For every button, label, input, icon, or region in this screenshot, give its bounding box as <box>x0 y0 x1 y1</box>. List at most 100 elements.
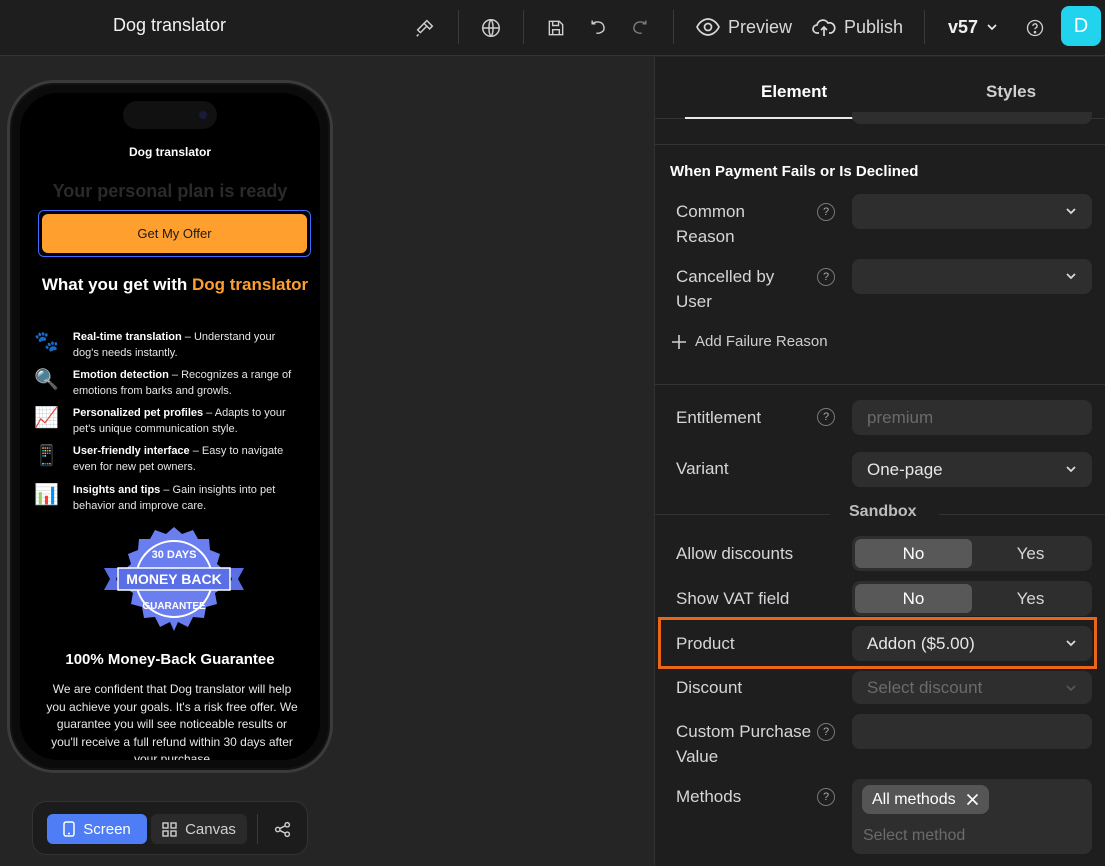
properties-panel: Element Styles When Payment Fails or Is … <box>654 57 1105 866</box>
common-reason-label: Common Reason <box>676 202 745 246</box>
badge-bottom-text: GUARANTEE <box>142 601 206 612</box>
ghost-heading: Your personal plan is ready <box>52 181 288 201</box>
camera-dot <box>199 111 207 119</box>
canvas-view-label: Canvas <box>185 820 236 838</box>
feature-name: Emotion detection <box>72 369 169 381</box>
top-bar: Dog translator Preview Publish v57 D <box>0 0 1105 56</box>
badge-middle-text: MONEY BACK <box>126 571 221 587</box>
custom-purchase-value-input[interactable] <box>852 714 1092 749</box>
screen-view-label: Screen <box>83 820 131 838</box>
entitlement-label: Entitlement <box>676 408 762 427</box>
help-icon[interactable]: ? <box>817 723 835 741</box>
sandbox-heading: Sandbox <box>849 503 917 520</box>
allow-discounts-yes[interactable]: Yes <box>972 539 1089 568</box>
product-label: Product <box>676 634 735 653</box>
show-vat-no[interactable]: No <box>855 584 972 613</box>
undo-icon[interactable] <box>582 12 614 44</box>
show-vat-label: Show VAT field <box>676 589 790 608</box>
method-chip-label: All methods <box>872 790 956 808</box>
cloud-upload-icon <box>812 19 836 36</box>
feature-item: 🐾 Real-time translation – Understand you… <box>34 329 304 361</box>
benefits-heading: What you get with Dog translator <box>40 273 310 296</box>
selected-element-outline[interactable]: Get My Offer <box>38 210 311 257</box>
money-back-badge: 30 DAYS MONEY BACK GUARANTEE <box>104 527 244 631</box>
plus-icon <box>672 334 686 349</box>
phone-frame: Dog translator Your personal plan is rea… <box>7 80 333 773</box>
badge-top-text: 30 DAYS <box>152 549 197 561</box>
show-vat-toggle[interactable]: No Yes <box>852 581 1092 616</box>
share-icon[interactable] <box>267 814 297 844</box>
screen-view-button[interactable]: Screen <box>47 814 147 844</box>
add-failure-reason-label: Add Failure Reason <box>695 333 828 350</box>
help-icon[interactable]: ? <box>817 788 835 806</box>
toolbar-divider <box>924 10 925 44</box>
feature-name: Personalized pet profiles <box>72 407 204 419</box>
bar-chart-icon: 📊 <box>34 484 59 506</box>
sandbox-line-left <box>655 514 830 515</box>
variant-select[interactable]: One-page <box>852 452 1092 487</box>
sandbox-line-right <box>939 514 1105 515</box>
dynamic-island <box>123 101 217 129</box>
app-title: Dog translator <box>113 15 227 35</box>
methods-label: Methods <box>676 787 742 806</box>
canvas-view-button[interactable]: Canvas <box>151 814 247 844</box>
section-divider <box>655 384 1105 385</box>
redo-icon[interactable] <box>624 12 656 44</box>
help-icon[interactable]: ? <box>817 408 835 426</box>
field-partial[interactable] <box>852 112 1092 124</box>
avatar[interactable]: D <box>1061 6 1101 46</box>
globe-icon[interactable] <box>475 12 507 44</box>
guarantee-text: We are confident that Dog translator wil… <box>46 682 298 760</box>
feature-name: Insights and tips <box>72 484 161 496</box>
toolbar-divider <box>523 10 524 44</box>
variant-value: One-page <box>867 459 943 479</box>
view-toolbar-divider <box>257 814 258 844</box>
magnifier-icon: 🔍 <box>34 369 59 391</box>
chevron-down-icon <box>987 24 997 31</box>
chevron-down-icon <box>1066 208 1076 215</box>
feature-name: Real-time translation <box>72 331 182 343</box>
discount-label: Discount <box>676 678 743 697</box>
product-select[interactable]: Addon ($5.00) <box>852 626 1092 661</box>
help-icon[interactable] <box>1019 12 1051 44</box>
feature-item: 🔍 Emotion detection – Recognizes a range… <box>34 367 304 399</box>
show-vat-yes[interactable]: Yes <box>972 584 1089 613</box>
help-icon[interactable]: ? <box>817 203 835 221</box>
feature-item: 📈 Personalized pet profiles – Adapts to … <box>34 405 304 437</box>
get-offer-button[interactable]: Get My Offer <box>42 214 307 253</box>
phone-screen[interactable]: Dog translator Your personal plan is rea… <box>20 93 320 760</box>
eye-icon <box>696 18 720 36</box>
common-reason-select[interactable] <box>852 194 1092 229</box>
allow-discounts-no[interactable]: No <box>855 539 972 568</box>
feature-item: 📊 Insights and tips – Gain insights into… <box>34 482 304 514</box>
help-icon[interactable]: ? <box>817 268 835 286</box>
save-icon[interactable] <box>540 12 572 44</box>
tab-styles[interactable]: Styles <box>986 82 1036 102</box>
chevron-down-icon <box>1066 640 1076 647</box>
add-failure-reason-button[interactable]: Add Failure Reason <box>671 333 828 350</box>
discount-select[interactable]: Select discount <box>852 671 1092 704</box>
version-label: v57 <box>948 16 979 37</box>
paw-icon: 🐾 <box>34 331 59 353</box>
publish-button[interactable]: Publish <box>812 13 903 41</box>
cancelled-by-user-select[interactable] <box>852 259 1092 294</box>
methods-multiselect[interactable]: All methods Select method <box>852 779 1092 854</box>
tab-element[interactable]: Element <box>761 82 827 102</box>
hammer-icon[interactable] <box>409 12 441 44</box>
method-chip: All methods <box>862 785 989 814</box>
phone-icon <box>63 821 75 837</box>
methods-placeholder: Select method <box>863 827 966 844</box>
toolbar-divider <box>673 10 674 44</box>
feature-item: 📱 User-friendly interface – Easy to navi… <box>34 443 304 475</box>
allow-discounts-toggle[interactable]: No Yes <box>852 536 1092 571</box>
preview-label: Preview <box>728 16 793 37</box>
close-icon[interactable] <box>966 793 979 806</box>
failure-section-title: When Payment Fails or Is Declined <box>670 163 919 180</box>
chevron-down-icon <box>1066 685 1076 692</box>
publish-label: Publish <box>844 16 904 37</box>
entitlement-input[interactable]: premium <box>852 400 1092 435</box>
trend-chart-icon: 📈 <box>34 407 59 429</box>
version-dropdown[interactable]: v57 <box>948 13 998 41</box>
preview-button[interactable]: Preview <box>696 13 792 41</box>
grid-icon <box>162 821 177 837</box>
